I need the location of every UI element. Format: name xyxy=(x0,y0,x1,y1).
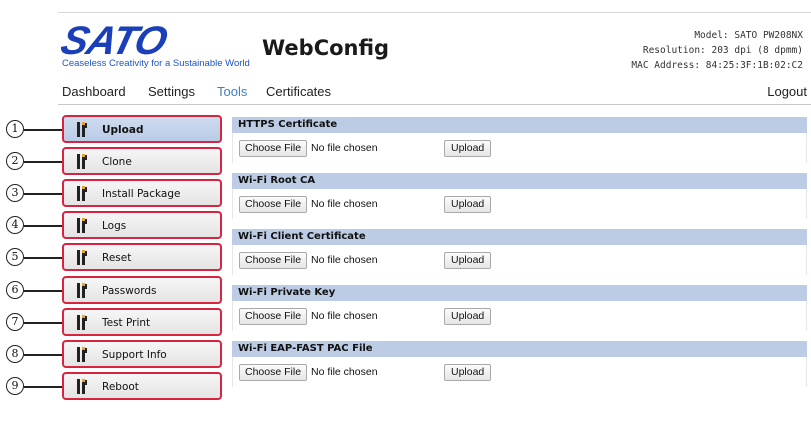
section-header: Wi-Fi Private Key xyxy=(232,285,807,301)
section-header: Wi-Fi EAP-FAST PAC File xyxy=(232,341,807,357)
callout-number: 1 xyxy=(6,120,24,138)
logo-wordmark: SATO xyxy=(56,19,171,63)
tools-icon xyxy=(77,154,87,169)
section-body: Choose File No file chosen Upload xyxy=(232,301,807,331)
choose-file-button[interactable]: Choose File xyxy=(239,308,308,325)
device-info: Model: SATO PW208NX Resolution: 203 dpi … xyxy=(631,28,803,73)
callout-line xyxy=(24,322,62,324)
section-title: Wi-Fi EAP-FAST PAC File xyxy=(238,343,373,354)
sidebar-item-clone[interactable]: Clone xyxy=(62,147,222,175)
choose-file-button[interactable]: Choose File xyxy=(239,364,308,381)
nav-dashboard[interactable]: Dashboard xyxy=(62,84,126,99)
header-divider xyxy=(58,12,811,13)
sidebar-item-reboot[interactable]: Reboot xyxy=(62,372,222,400)
file-status: No file chosen xyxy=(311,198,378,210)
sidebar-item-label: Install Package xyxy=(102,188,181,200)
section-title: Wi-Fi Root CA xyxy=(238,175,316,186)
resolution-info: Resolution: 203 dpi (8 dpmm) xyxy=(642,45,803,56)
nav-divider xyxy=(58,104,811,105)
callout-line xyxy=(24,354,62,356)
tools-icon xyxy=(77,186,87,201)
mac-address-info: MAC Address: 84:25:3F:1B:02:C2 xyxy=(631,60,803,71)
upload-button[interactable]: Upload xyxy=(444,252,492,269)
file-status: No file chosen xyxy=(311,254,378,266)
sidebar-item-label: Support Info xyxy=(102,349,167,361)
section-header: HTTPS Certificate xyxy=(232,117,807,133)
nav-settings[interactable]: Settings xyxy=(148,84,195,99)
top-nav: Dashboard Settings Tools Certificates Lo… xyxy=(62,84,807,102)
section-body: Choose File No file chosen Upload xyxy=(232,245,807,275)
upload-button[interactable]: Upload xyxy=(444,308,492,325)
sidebar-item-reset[interactable]: Reset xyxy=(62,243,222,271)
sidebar-item-label: Reboot xyxy=(102,381,139,393)
section-title: Wi-Fi Client Certificate xyxy=(238,231,366,242)
callout-number: 5 xyxy=(6,248,24,266)
section-wi-fi-private-key: Wi-Fi Private Key Choose File No file chos… xyxy=(232,285,807,331)
choose-file-button[interactable]: Choose File xyxy=(239,252,308,269)
section-header: Wi-Fi Root CA xyxy=(232,173,807,189)
tools-icon xyxy=(77,122,87,137)
choose-file-button[interactable]: Choose File xyxy=(239,196,308,213)
callout-number: 2 xyxy=(6,152,24,170)
sidebar-item-label: Logs xyxy=(102,220,127,232)
logout-link[interactable]: Logout xyxy=(767,84,807,99)
callout-line xyxy=(24,129,62,131)
section-body: Choose File No file chosen Upload xyxy=(232,189,807,219)
sidebar-item-logs[interactable]: Logs xyxy=(62,211,222,239)
section-title: Wi-Fi Private Key xyxy=(238,287,336,298)
tools-icon xyxy=(77,347,87,362)
callout-line xyxy=(24,257,62,259)
section-wi-fi-client-certificate: Wi-Fi Client Certificate Choose File No fi… xyxy=(232,229,807,275)
sidebar-item-label: Reset xyxy=(102,252,132,264)
sidebar-item-label: Test Print xyxy=(102,317,151,329)
callout-line xyxy=(24,225,62,227)
section-wi-fi-root-ca: Wi-Fi Root CA Choose File No file chosen Up… xyxy=(232,173,807,219)
sidebar-item-label: Upload xyxy=(102,124,144,136)
section-body: Choose File No file chosen Upload xyxy=(232,357,807,387)
upload-button[interactable]: Upload xyxy=(444,196,492,213)
sidebar-item-upload[interactable]: Upload xyxy=(62,115,222,143)
section-wi-fi-eap-fast-pac-file: Wi-Fi EAP-FAST PAC File Choose File No fil… xyxy=(232,341,807,387)
callout-number: 3 xyxy=(6,184,24,202)
file-status: No file chosen xyxy=(311,310,378,322)
section-header: Wi-Fi Client Certificate xyxy=(232,229,807,245)
callout-number: 6 xyxy=(6,281,24,299)
callout-line xyxy=(24,290,62,292)
callout-line xyxy=(24,193,62,195)
sato-logo: SATO Ceaseless Creativity for a Sustaina… xyxy=(57,19,252,72)
logo-tagline: Ceaseless Creativity for a Sustainable W… xyxy=(62,58,250,69)
sidebar-item-label: Clone xyxy=(102,156,132,168)
section-title: HTTPS Certificate xyxy=(238,119,338,130)
app-title: WebConfig xyxy=(262,36,390,60)
upload-button[interactable]: Upload xyxy=(444,140,492,157)
nav-tools[interactable]: Tools xyxy=(217,84,247,99)
sidebar-item-support-info[interactable]: Support Info xyxy=(62,340,222,368)
callout-number: 4 xyxy=(6,216,24,234)
callout-number: 7 xyxy=(6,313,24,331)
section-body: Choose File No file chosen Upload xyxy=(232,133,807,163)
nav-certificates[interactable]: Certificates xyxy=(266,84,331,99)
sidebar-item-install-package[interactable]: Install Package xyxy=(62,179,222,207)
sidebar-item-label: Passwords xyxy=(102,285,157,297)
tools-icon xyxy=(77,315,87,330)
upload-button[interactable]: Upload xyxy=(444,364,492,381)
section-https-certificate: HTTPS Certificate Choose File No file chos… xyxy=(232,117,807,163)
callout-line xyxy=(24,386,62,388)
callout-number: 9 xyxy=(6,377,24,395)
choose-file-button[interactable]: Choose File xyxy=(239,140,308,157)
sidebar-item-test-print[interactable]: Test Print xyxy=(62,308,222,336)
model-info: Model: SATO PW208NX xyxy=(694,30,803,41)
callout-line xyxy=(24,161,62,163)
tools-icon xyxy=(77,283,87,298)
file-status: No file chosen xyxy=(311,142,378,154)
callout-number: 8 xyxy=(6,345,24,363)
tools-icon xyxy=(77,250,87,265)
sidebar-item-passwords[interactable]: Passwords xyxy=(62,276,222,304)
tools-icon xyxy=(77,379,87,394)
file-status: No file chosen xyxy=(311,366,378,378)
tools-icon xyxy=(77,218,87,233)
